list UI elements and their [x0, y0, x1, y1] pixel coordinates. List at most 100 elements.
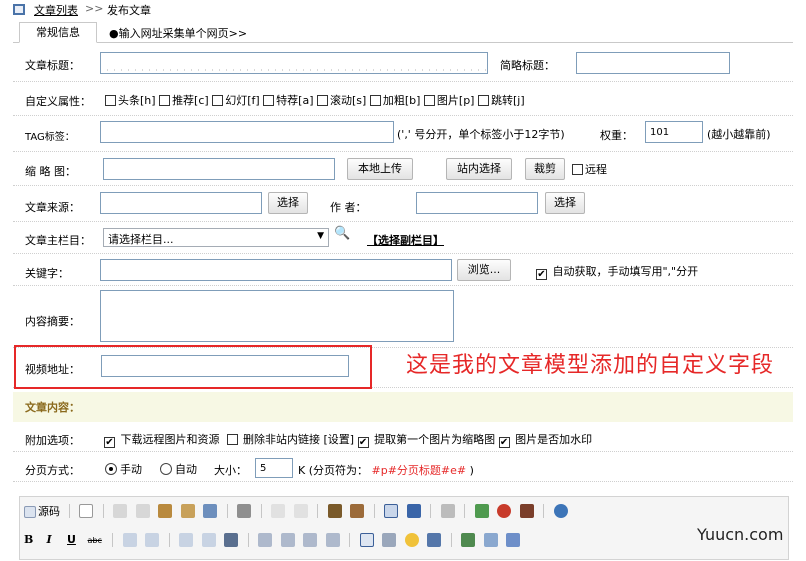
- crop-button[interactable]: 裁剪: [525, 158, 565, 180]
- flag-icon[interactable]: [506, 533, 520, 547]
- book-icon: [13, 4, 25, 15]
- watermark-option-label: 图片是否加水印: [515, 433, 593, 446]
- checkbox-box: [104, 437, 115, 448]
- column-select-value: 请选择栏目...: [108, 233, 174, 246]
- tab-url-collect[interactable]: ●输入网址采集单个网页>>: [109, 24, 247, 43]
- find-icon[interactable]: [327, 504, 342, 518]
- remove-links-label: 删除非站内链接 [设置]: [243, 433, 355, 446]
- eraser-icon[interactable]: [406, 504, 421, 518]
- underline-button[interactable]: U: [67, 533, 81, 546]
- align-left-icon[interactable]: [258, 533, 272, 547]
- toolbar-separator: [226, 504, 228, 518]
- flag-image-checkbox[interactable]: 图片[p]: [423, 94, 474, 107]
- remote-checkbox[interactable]: 远程: [572, 161, 607, 177]
- checkbox-box: [263, 95, 275, 106]
- flag-headline-checkbox[interactable]: 头条[h]: [105, 94, 156, 107]
- copy-icon[interactable]: [135, 504, 150, 518]
- blockquote-icon[interactable]: [224, 533, 238, 547]
- source-input[interactable]: [100, 192, 262, 214]
- author-select-button[interactable]: 选择: [545, 192, 585, 214]
- tag-label: TAG标签：: [25, 132, 75, 143]
- flag-bold-checkbox[interactable]: 加粗[b]: [369, 94, 420, 107]
- title-input[interactable]: [100, 52, 488, 74]
- title-label: 文章标题：: [25, 59, 80, 72]
- browse-button[interactable]: 浏览...: [457, 259, 511, 281]
- link-icon[interactable]: [461, 533, 475, 547]
- cut-icon[interactable]: [113, 504, 127, 518]
- align-center-icon[interactable]: [280, 533, 295, 547]
- numbered-list-icon[interactable]: [122, 533, 137, 547]
- size-hint-prefix: K (分页符为：: [298, 464, 369, 477]
- remove-links-checkbox[interactable]: 删除非站内链接 [设置]: [226, 433, 355, 446]
- horizontal-rule-icon[interactable]: [382, 533, 396, 547]
- flag-recommend-label: 推荐[c]: [172, 94, 209, 107]
- flag-jump-label: 跳转[j]: [490, 94, 525, 107]
- keywords-input[interactable]: [100, 259, 452, 281]
- watermark-text: Yuucn.com: [697, 525, 784, 544]
- replace-icon[interactable]: [350, 504, 364, 518]
- author-input[interactable]: [416, 192, 538, 214]
- source-label: 文章来源：: [25, 201, 80, 214]
- paste-word-icon[interactable]: [203, 504, 217, 518]
- undo-icon[interactable]: [271, 504, 285, 518]
- bold-button[interactable]: B: [24, 533, 40, 546]
- media-icon[interactable]: [519, 504, 534, 518]
- tag-input[interactable]: [100, 121, 394, 143]
- special-char-icon[interactable]: [427, 533, 441, 547]
- print-icon[interactable]: [237, 504, 251, 518]
- checkbox-box: [498, 437, 510, 448]
- justify-icon[interactable]: [325, 533, 340, 547]
- auto-fetch-checkbox[interactable]: 自动获取，手动填写用","分开: [536, 263, 698, 280]
- smiley-icon[interactable]: [404, 533, 419, 547]
- short-title-input[interactable]: [576, 52, 730, 74]
- unlink-icon[interactable]: [483, 533, 498, 547]
- download-remote-checkbox[interactable]: 下载远程图片和资源: [104, 433, 220, 448]
- paging-auto-radio[interactable]: 自动: [160, 461, 197, 477]
- flag-recommend-checkbox[interactable]: 推荐[c]: [159, 94, 209, 107]
- paste-icon[interactable]: [158, 504, 172, 518]
- watermark-checkbox[interactable]: 图片是否加水印: [498, 433, 593, 448]
- thumb-input[interactable]: [103, 158, 335, 180]
- column-select[interactable]: 请选择栏目... ▼: [103, 228, 329, 247]
- select-all-icon[interactable]: [384, 504, 398, 518]
- weight-hint: (越小越靠前): [707, 128, 771, 141]
- search-icon[interactable]: 🔍: [334, 226, 350, 241]
- flag-scroll-checkbox[interactable]: 滚动[s]: [317, 94, 366, 107]
- outdent-icon[interactable]: [179, 533, 193, 547]
- globe-icon[interactable]: [553, 504, 568, 518]
- anchor-icon[interactable]: [440, 504, 455, 518]
- site-select-button[interactable]: 站内选择: [446, 158, 512, 180]
- image-icon[interactable]: [474, 504, 489, 518]
- summary-textarea[interactable]: [100, 290, 454, 342]
- italic-button[interactable]: I: [47, 533, 61, 546]
- strike-button[interactable]: abc: [88, 536, 106, 545]
- flag-slide-checkbox[interactable]: 幻灯[f]: [212, 94, 260, 107]
- sub-column-link[interactable]: 【选择副栏目】: [367, 232, 444, 248]
- weight-input[interactable]: [645, 121, 703, 143]
- table-icon[interactable]: [359, 533, 374, 547]
- source-button[interactable]: 源码: [24, 503, 60, 519]
- size-input[interactable]: [255, 458, 293, 478]
- extra-label: 附加选项：: [25, 434, 80, 447]
- tag-hint: (',' 号分开，单个标签小于12字节): [397, 128, 565, 141]
- tab-general[interactable]: 常规信息: [19, 22, 97, 43]
- flash-icon[interactable]: [497, 504, 511, 518]
- paging-manual-radio[interactable]: 手动: [105, 461, 142, 477]
- flag-special-checkbox[interactable]: 特荐[a]: [263, 94, 314, 107]
- indent-icon[interactable]: [201, 533, 216, 547]
- editor-toolbar-row-2: B I U abc: [24, 533, 525, 553]
- checkbox-box: [572, 164, 583, 175]
- local-upload-button[interactable]: 本地上传: [347, 158, 413, 180]
- toolbar-separator: [168, 533, 170, 547]
- tab-url-collect-label: ●输入网址采集单个网页>>: [109, 27, 248, 40]
- article-list-link[interactable]: 文章列表: [34, 2, 78, 18]
- checkbox-box: [105, 95, 116, 106]
- bullet-list-icon[interactable]: [145, 533, 159, 547]
- preview-icon[interactable]: [79, 504, 93, 518]
- source-select-button[interactable]: 选择: [268, 192, 308, 214]
- redo-icon[interactable]: [293, 504, 308, 518]
- paste-text-icon[interactable]: [180, 504, 195, 518]
- first-image-thumb-checkbox[interactable]: 提取第一个图片为缩略图: [357, 433, 495, 448]
- flag-jump-checkbox[interactable]: 跳转[j]: [477, 94, 525, 107]
- align-right-icon[interactable]: [303, 533, 317, 547]
